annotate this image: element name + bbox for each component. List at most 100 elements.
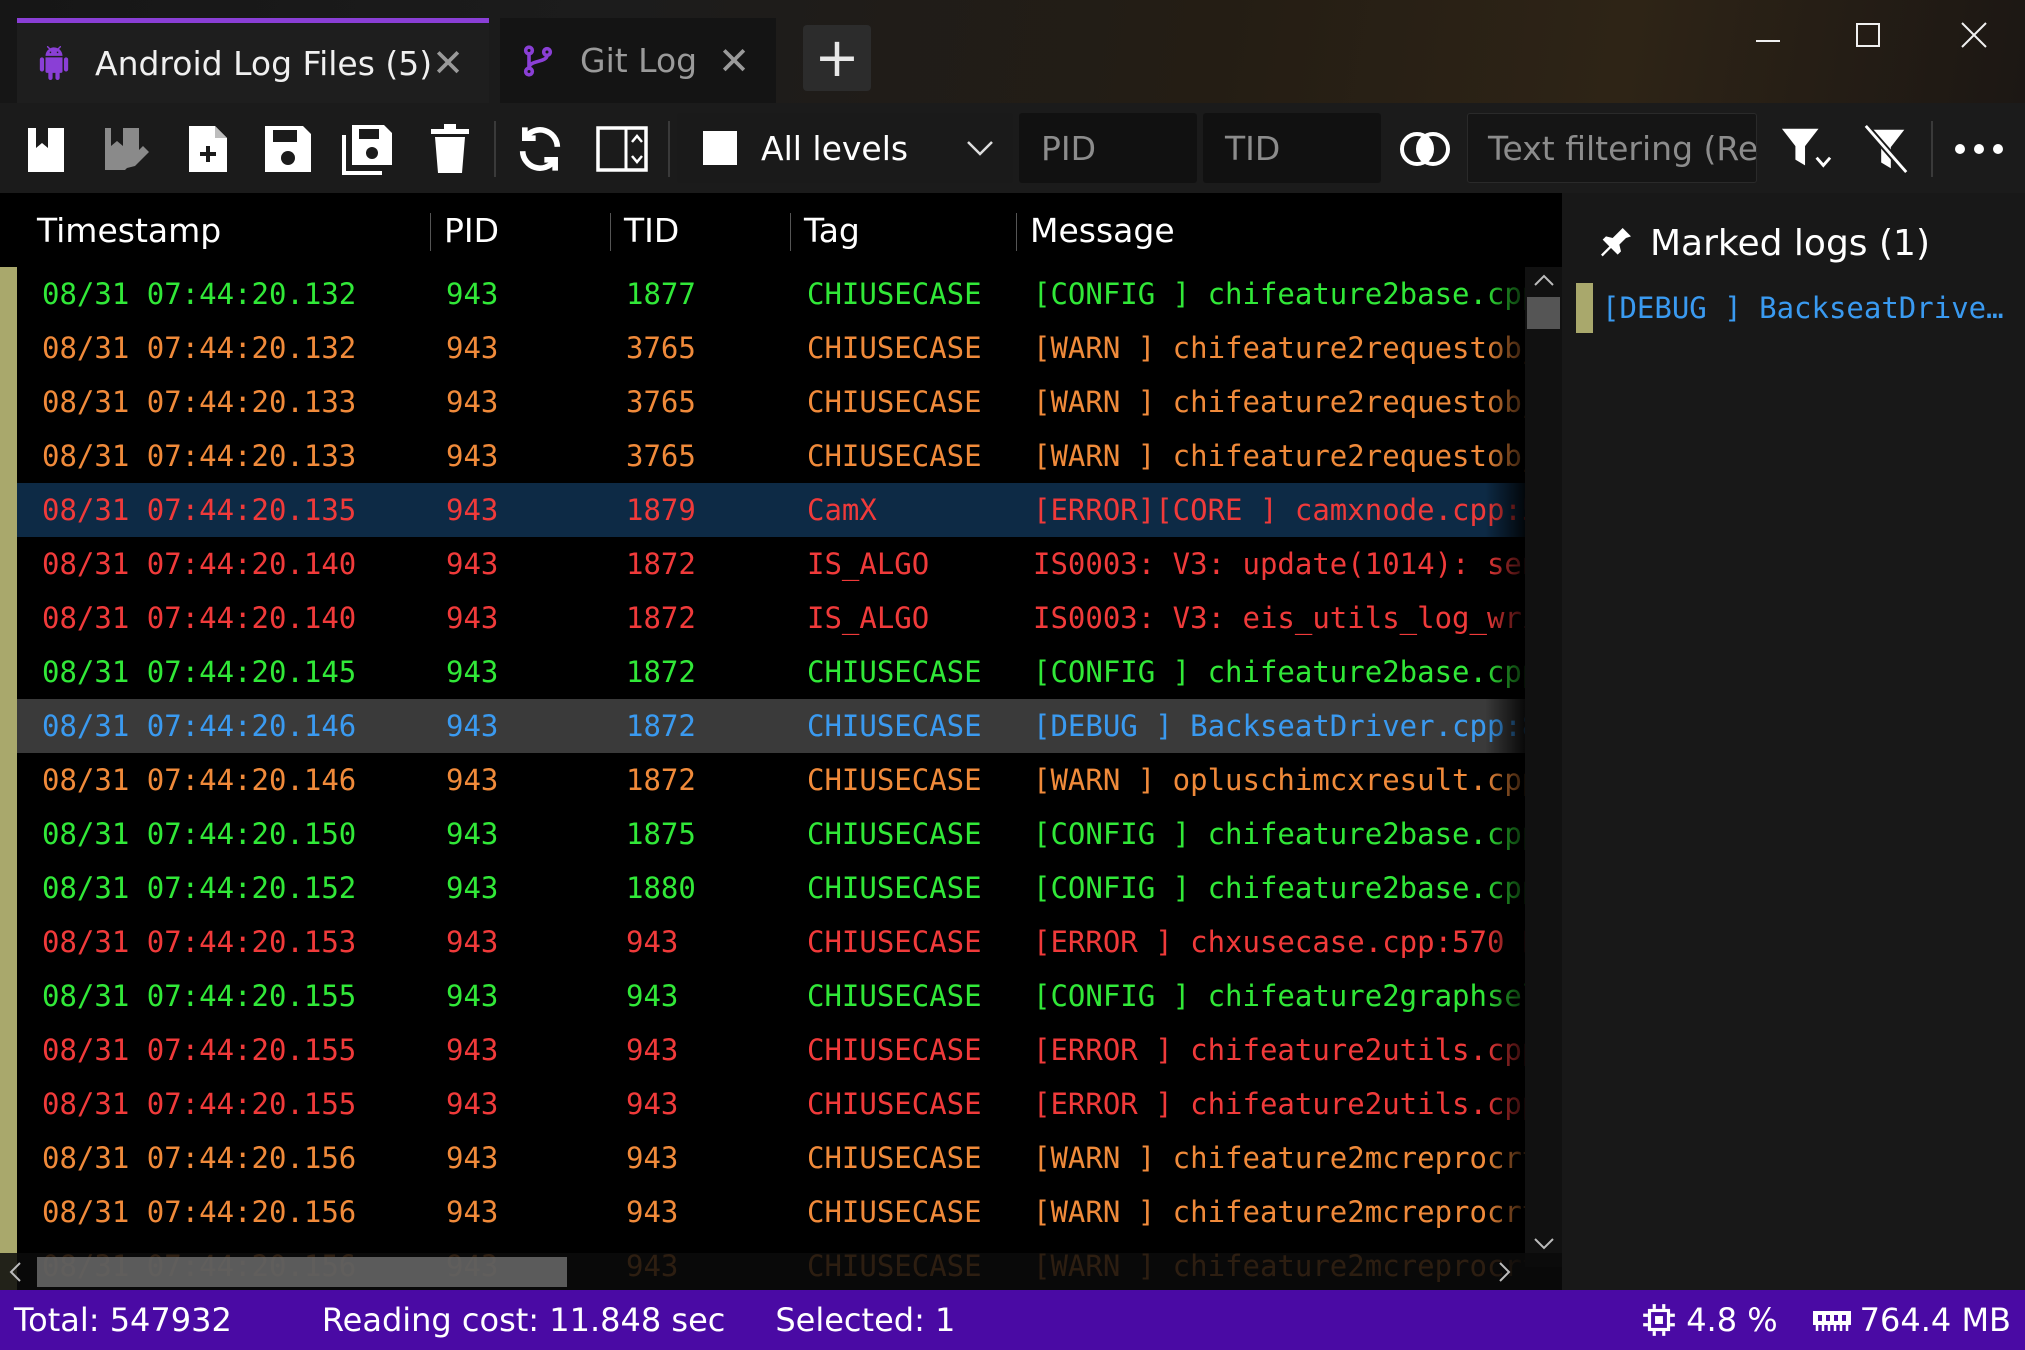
bookmark-edit-icon[interactable]: [100, 123, 152, 175]
table-row[interactable]: 08/31 07:44:20.140 943 1872 IS_ALGO IS0003: …: [0, 591, 1525, 645]
column-divider[interactable]: [430, 213, 431, 251]
table-row[interactable]: 08/31 07:44:20.133 943 3765 CHIUSECASE [WARN…: [0, 429, 1525, 483]
tab-android-log-files[interactable]: Android Log Files (5) ✕: [17, 18, 489, 103]
message-fade: [1485, 591, 1525, 645]
title-bar: Android Log Files (5) ✕ Git Log ✕ +: [0, 0, 2025, 103]
new-file-icon[interactable]: [182, 123, 234, 175]
android-icon: [37, 45, 71, 81]
pid-cell: 943: [446, 547, 499, 581]
clear-filter-icon[interactable]: [1860, 123, 1912, 175]
tag-cell: CHIUSECASE: [807, 439, 982, 473]
save-all-icon[interactable]: [342, 123, 394, 175]
timestamp-cell: 08/31 07:44:20.146: [42, 763, 357, 797]
column-divider[interactable]: [790, 213, 791, 251]
status-bar: Total: 547932 Reading cost: 11.848 sec S…: [0, 1290, 2025, 1350]
minimize-button[interactable]: [1738, 10, 1798, 60]
message-cell: [CONFIG ] chifeature2base.cpp:6: [1033, 871, 1525, 905]
tab-label: Git Log: [580, 41, 698, 80]
column-header-tid[interactable]: TID: [624, 193, 679, 267]
close-icon[interactable]: ✕: [718, 42, 750, 80]
table-row[interactable]: 08/31 07:44:20.155 943 943 CHIUSECASE [CONFI…: [0, 969, 1525, 1023]
tab-git-log[interactable]: Git Log ✕: [500, 18, 776, 103]
horizontal-scrollbar[interactable]: [0, 1253, 1562, 1290]
table-row[interactable]: 08/31 07:44:20.156 943 943 CHIUSECASE [WARN …: [0, 1185, 1525, 1239]
message-fade: [1485, 1131, 1525, 1185]
tag-cell: CHIUSECASE: [807, 925, 982, 959]
close-window-button[interactable]: [1944, 10, 2004, 60]
pid-cell: 943: [446, 439, 499, 473]
row-mark-bar: [0, 375, 17, 429]
table-row[interactable]: 08/31 07:44:20.140 943 1872 IS_ALGO IS0003: …: [0, 537, 1525, 591]
pid-cell: 943: [446, 979, 499, 1013]
message-fade: [1485, 537, 1525, 591]
column-header-timestamp[interactable]: Timestamp: [37, 193, 221, 267]
split-view-icon[interactable]: [596, 123, 648, 175]
table-row[interactable]: 08/31 07:44:20.156 943 943 CHIUSECASE [WARN …: [0, 1131, 1525, 1185]
scroll-down-icon[interactable]: [1533, 1237, 1555, 1251]
row-mark-bar: [0, 915, 17, 969]
tid-cell: 1880: [626, 871, 696, 905]
tid-cell: 943: [626, 979, 679, 1013]
timestamp-cell: 08/31 07:44:20.133: [42, 439, 357, 473]
table-row[interactable]: 08/31 07:44:20.145 943 1872 CHIUSECASE [CONF…: [0, 645, 1525, 699]
tag-cell: CHIUSECASE: [807, 1195, 982, 1229]
table-row[interactable]: 08/31 07:44:20.155 943 943 CHIUSECASE [ERROR…: [0, 1077, 1525, 1131]
column-header-tag[interactable]: Tag: [804, 193, 860, 267]
message-fade: [1485, 429, 1525, 483]
message-cell: [WARN ] chifeature2requestobj: [1033, 385, 1525, 419]
row-mark-bar: [0, 861, 17, 915]
filter-icon[interactable]: [1780, 123, 1832, 175]
table-row[interactable]: 08/31 07:44:20.133 943 3765 CHIUSECASE [WARN…: [0, 375, 1525, 429]
column-divider[interactable]: [610, 213, 611, 251]
table-row[interactable]: 08/31 07:44:20.152 943 1880 CHIUSECASE [CONF…: [0, 861, 1525, 915]
table-row[interactable]: 08/31 07:44:20.150 943 1875 CHIUSECASE [CONF…: [0, 807, 1525, 861]
row-mark-bar: [0, 1185, 17, 1239]
refresh-icon[interactable]: [514, 123, 566, 175]
scroll-left-icon[interactable]: [8, 1261, 22, 1283]
more-options-icon[interactable]: [1953, 123, 2005, 175]
tid-input[interactable]: TID: [1203, 113, 1381, 183]
table-row[interactable]: 08/31 07:44:20.146 943 1872 CHIUSECASE [WARN…: [0, 753, 1525, 807]
total-count: Total: 547932: [14, 1301, 232, 1339]
new-tab-button[interactable]: +: [803, 25, 871, 91]
tid-placeholder: TID: [1225, 128, 1281, 168]
row-mark-bar: [0, 699, 17, 753]
pid-input[interactable]: PID: [1019, 113, 1197, 183]
tid-cell: 3765: [626, 439, 696, 473]
scroll-up-icon[interactable]: [1533, 273, 1555, 287]
row-mark-bar: [0, 321, 17, 375]
row-mark-bar: [0, 537, 17, 591]
table-row[interactable]: 08/31 07:44:20.146 943 1872 CHIUSECASE [DEBU…: [0, 699, 1525, 753]
timestamp-cell: 08/31 07:44:20.155: [42, 1087, 357, 1121]
log-level-dropdown[interactable]: All levels: [677, 113, 1013, 183]
save-icon[interactable]: [262, 123, 314, 175]
tag-cell: CHIUSECASE: [807, 277, 982, 311]
column-header-message[interactable]: Message: [1030, 193, 1175, 267]
table-row[interactable]: 08/31 07:44:20.153 943 943 CHIUSECASE [ERROR…: [0, 915, 1525, 969]
horizontal-scroll-thumb[interactable]: [37, 1257, 567, 1287]
vertical-scroll-thumb[interactable]: [1527, 297, 1560, 329]
table-row[interactable]: 08/31 07:44:20.132 943 3765 CHIUSECASE [WARN…: [0, 321, 1525, 375]
scroll-right-icon[interactable]: [1498, 1261, 1512, 1283]
text-filter-input[interactable]: Text filtering (Regex): [1467, 113, 1757, 183]
column-divider[interactable]: [1016, 213, 1017, 251]
message-cell: [CONFIG ] chifeature2base.cpp:6: [1033, 817, 1525, 851]
pid-cell: 943: [446, 1033, 499, 1067]
vertical-scrollbar[interactable]: [1525, 267, 1562, 1267]
table-row[interactable]: 08/31 07:44:20.132 943 1877 CHIUSECASE [CONF…: [0, 267, 1525, 321]
pid-cell: 943: [446, 763, 499, 797]
message-cell: [WARN ] opluschimcxresult.cpp: [1033, 763, 1525, 797]
delete-icon[interactable]: [424, 123, 476, 175]
tag-cell: CHIUSECASE: [807, 871, 982, 905]
tid-cell: 943: [626, 925, 679, 959]
marked-log-item[interactable]: [DEBUG ] BackseatDriver.cpp:82: [1576, 283, 2025, 333]
bookmark-icon[interactable]: [20, 123, 72, 175]
column-header-pid[interactable]: PID: [444, 193, 499, 267]
maximize-button[interactable]: [1838, 10, 1898, 60]
filter-mode-toggle-icon[interactable]: [1399, 123, 1451, 175]
table-row[interactable]: 08/31 07:44:20.155 943 943 CHIUSECASE [ERROR…: [0, 1023, 1525, 1077]
table-row[interactable]: 08/31 07:44:20.135 943 1879 CamX [ERROR][COR…: [0, 483, 1525, 537]
close-icon[interactable]: ✕: [432, 44, 464, 82]
log-table: Timestamp PID TID Tag Message 08/31 07:4…: [0, 193, 1562, 1290]
row-mark-bar: [0, 591, 17, 645]
